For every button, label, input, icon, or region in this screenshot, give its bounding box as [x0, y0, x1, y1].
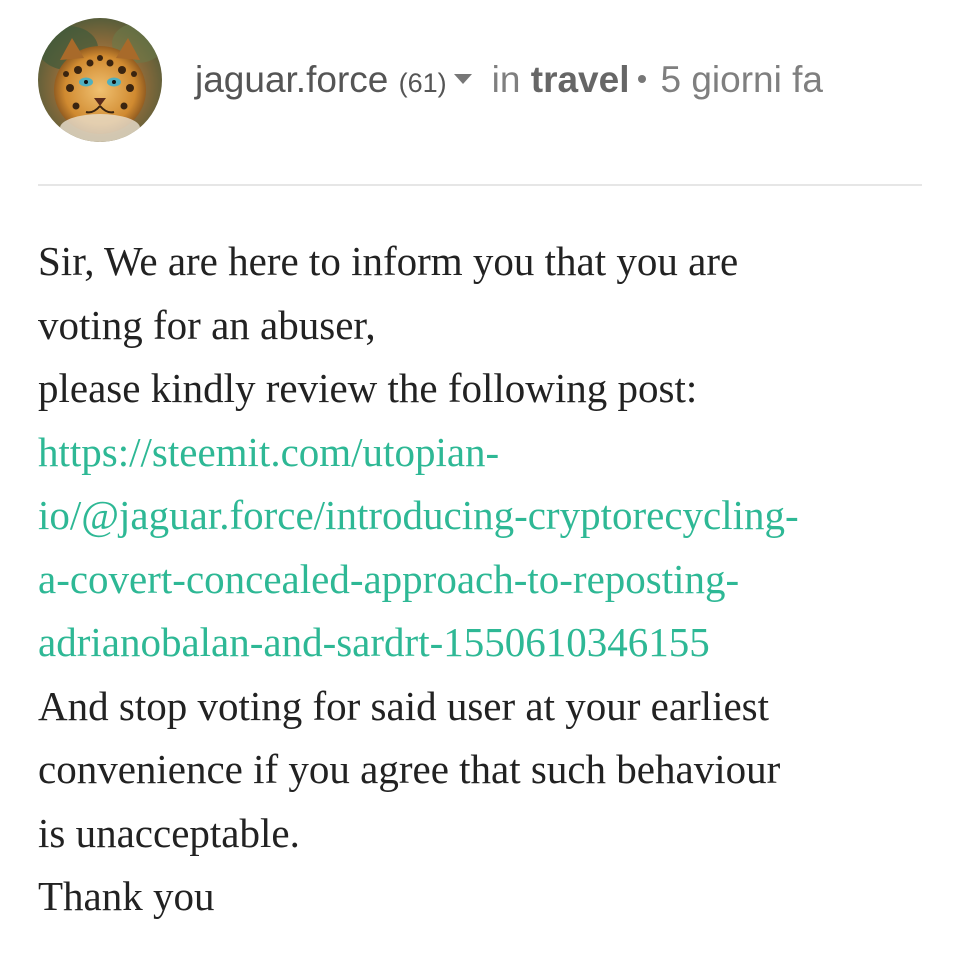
category-prefix: in [491, 59, 521, 100]
body-line: is unacceptable. [38, 809, 300, 856]
post-timestamp[interactable]: 5 giorni fa [660, 59, 823, 100]
body-line: Thank you [38, 873, 215, 919]
body-line: convenience if you agree that such behav… [38, 746, 781, 792]
post-header: jaguar.force (61) in travel 5 giorni fa [38, 18, 922, 142]
body-line: Sir, We are here to inform you that you … [38, 238, 739, 284]
comment-body: Sir, We are here to inform you that you … [38, 230, 938, 929]
post-link-line[interactable]: io/@jaguar.force/introducing-cryptorecyc… [38, 484, 938, 548]
header-divider [38, 184, 922, 186]
post-link-line[interactable]: adrianobalan-and-sardrt-1550610346155 [38, 611, 938, 675]
post-link-line[interactable]: https://steemit.com/utopian- [38, 421, 938, 485]
body-line: please kindly review the following post: [38, 365, 698, 411]
post-meta: jaguar.force (61) in travel 5 giorni fa [195, 56, 823, 107]
jaguar-avatar-icon [38, 18, 162, 142]
author-avatar[interactable] [38, 18, 162, 142]
category-link[interactable]: travel [531, 59, 630, 100]
caret-down-icon[interactable] [453, 74, 472, 85]
separator-dot-icon [638, 75, 647, 84]
author-reputation: (61) [398, 68, 447, 98]
body-line: voting for an abuser, [38, 301, 376, 348]
body-line: And stop voting for said user at your ea… [38, 682, 770, 729]
author-name-link[interactable]: jaguar.force [195, 59, 388, 100]
post-link-line[interactable]: a-covert-concealed-approach-to-reposting… [38, 548, 938, 612]
